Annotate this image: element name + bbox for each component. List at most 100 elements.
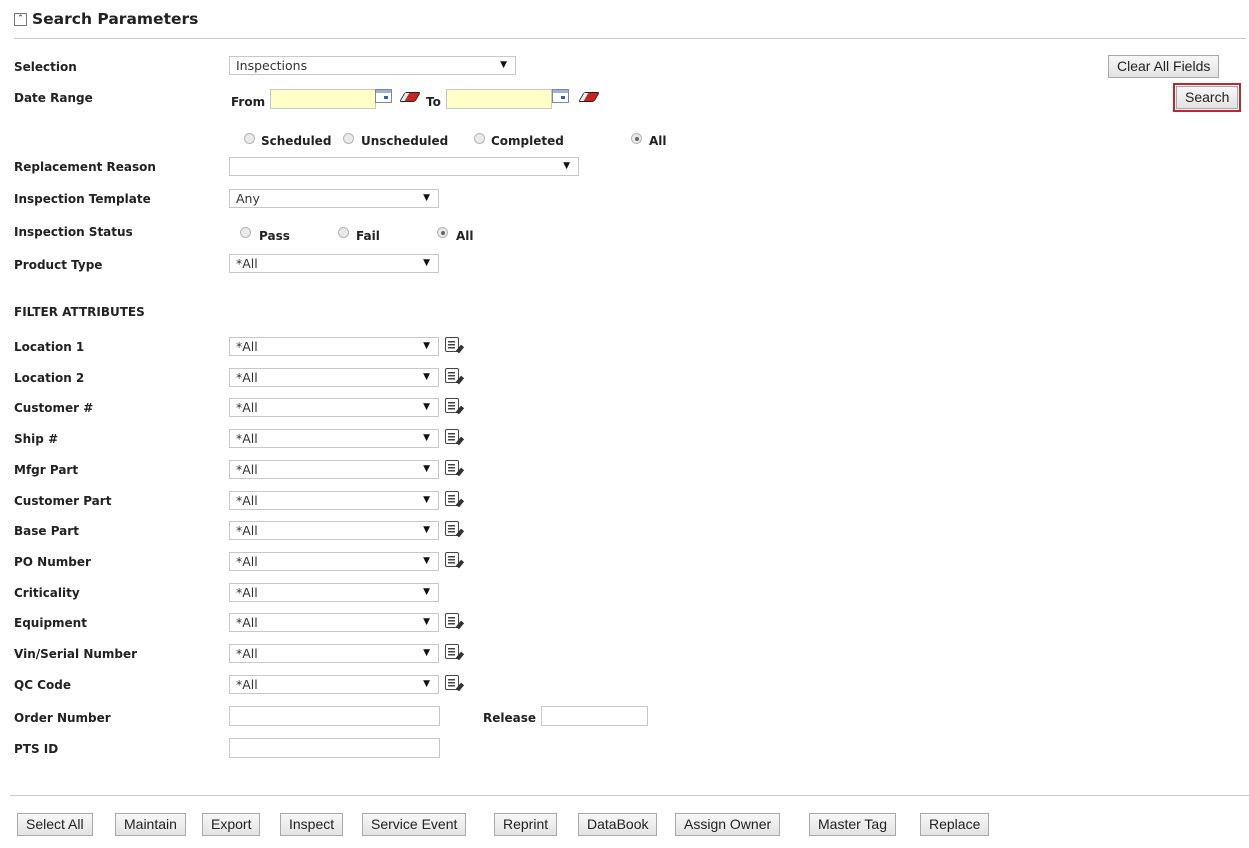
filter-label-customer-part: Customer Part <box>14 494 112 508</box>
filter-value-criticality: *All <box>236 585 258 600</box>
chevron-down-icon: ▼ <box>423 464 430 474</box>
radio-fail[interactable] <box>338 227 349 238</box>
chevron-down-icon: ▼ <box>423 495 430 505</box>
selection-value: Inspections <box>236 58 308 73</box>
chevron-down-icon: ▼ <box>423 402 430 412</box>
export-button[interactable]: Export <box>202 813 261 836</box>
chevron-down-icon: ▼ <box>500 60 507 70</box>
page-title: Search Parameters <box>32 10 199 28</box>
filter-select-location-1[interactable]: *All ▼ <box>229 337 439 356</box>
chevron-down-icon: ▼ <box>423 341 430 351</box>
edit-list-icon[interactable] <box>445 644 459 659</box>
radio-unscheduled[interactable] <box>343 133 354 144</box>
chevron-down-icon: ▼ <box>423 433 430 443</box>
filter-select-location-2[interactable]: *All ▼ <box>229 368 439 387</box>
filter-value-base-part: *All <box>236 523 258 538</box>
radio-unscheduled-label: Unscheduled <box>361 134 449 148</box>
clear-all-fields-button[interactable]: Clear All Fields <box>1108 55 1220 78</box>
calendar-icon[interactable] <box>552 89 569 103</box>
filter-label-qc-code: QC Code <box>14 678 71 692</box>
filter-label-criticality: Criticality <box>14 586 80 600</box>
chevron-down-icon: ▼ <box>563 161 570 171</box>
to-label: To <box>426 95 441 109</box>
release-label: Release <box>483 711 537 725</box>
filter-value-customer-part: *All <box>236 493 258 508</box>
chevron-down-icon: ▼ <box>423 648 430 658</box>
pts-id-input[interactable] <box>229 738 440 758</box>
filter-select-po-number[interactable]: *All ▼ <box>229 552 439 571</box>
reprint-button[interactable]: Reprint <box>494 813 558 836</box>
filter-label-mfgr-part: Mfgr Part <box>14 463 79 477</box>
filter-select-mfgr-part[interactable]: *All ▼ <box>229 460 439 479</box>
filter-select-equipment[interactable]: *All ▼ <box>229 613 439 632</box>
radio-completed[interactable] <box>474 133 485 144</box>
order-number-input[interactable] <box>229 706 440 726</box>
toolbar-divider <box>10 795 1249 796</box>
filter-label-customer: Customer # <box>14 401 94 415</box>
section-header: ⌃ Search Parameters <box>14 10 1246 39</box>
filter-label-base-part: Base Part <box>14 524 79 538</box>
product-type-select[interactable]: *All ▼ <box>229 254 439 273</box>
inspection-status-label: Inspection Status <box>14 225 133 239</box>
filter-label-equipment: Equipment <box>14 616 87 630</box>
edit-list-icon[interactable] <box>445 491 459 506</box>
search-button[interactable]: Search <box>1172 83 1242 112</box>
date-range-label: Date Range <box>14 91 93 105</box>
selection-label: Selection <box>14 60 77 74</box>
inspection-template-select[interactable]: Any ▼ <box>229 189 439 208</box>
chevron-down-icon: ▼ <box>423 679 430 689</box>
inspect-button[interactable]: Inspect <box>280 813 344 836</box>
select-all-button[interactable]: Select All <box>17 813 93 836</box>
assign-owner-button[interactable]: Assign Owner <box>675 813 781 836</box>
filter-value-vin-serial-number: *All <box>236 646 258 661</box>
edit-list-icon[interactable] <box>445 398 459 413</box>
inspection-template-label: Inspection Template <box>14 192 151 206</box>
chevron-down-icon: ▼ <box>423 617 430 627</box>
eraser-icon[interactable] <box>578 92 600 102</box>
filter-attributes-heading: FILTER ATTRIBUTES <box>14 305 145 319</box>
maintain-button[interactable]: Maintain <box>115 813 186 836</box>
filter-select-base-part[interactable]: *All ▼ <box>229 521 439 540</box>
filter-select-criticality[interactable]: *All ▼ <box>229 583 439 602</box>
replacement-reason-select[interactable]: ▼ <box>229 157 579 176</box>
radio-fail-label: Fail <box>356 229 380 243</box>
edit-list-icon[interactable] <box>445 675 459 690</box>
replace-button[interactable]: Replace <box>920 813 990 836</box>
eraser-icon[interactable] <box>399 92 421 102</box>
chevron-down-icon: ▼ <box>423 525 430 535</box>
filter-select-vin-serial-number[interactable]: *All ▼ <box>229 644 439 663</box>
chevron-down-icon: ▼ <box>423 372 430 382</box>
replacement-reason-label: Replacement Reason <box>14 160 156 174</box>
edit-list-icon[interactable] <box>445 429 459 444</box>
filter-select-customer-part[interactable]: *All ▼ <box>229 491 439 510</box>
filter-label-location-1: Location 1 <box>14 340 85 354</box>
edit-list-icon[interactable] <box>445 460 459 475</box>
filter-select-qc-code[interactable]: *All ▼ <box>229 675 439 694</box>
radio-pass[interactable] <box>240 227 251 238</box>
edit-list-icon[interactable] <box>445 552 459 567</box>
service-event-button[interactable]: Service Event <box>362 813 467 836</box>
edit-list-icon[interactable] <box>445 368 459 383</box>
radio-all[interactable] <box>631 133 642 144</box>
filter-value-equipment: *All <box>236 615 258 630</box>
radio-scheduled[interactable] <box>244 133 255 144</box>
edit-list-icon[interactable] <box>445 337 459 352</box>
collapse-icon[interactable]: ⌃ <box>14 13 27 26</box>
edit-list-icon[interactable] <box>445 521 459 536</box>
filter-select-customer[interactable]: *All ▼ <box>229 398 439 417</box>
filter-label-location-2: Location 2 <box>14 371 85 385</box>
databook-button[interactable]: DataBook <box>578 813 658 836</box>
filter-label-vin-serial-number: Vin/Serial Number <box>14 647 138 661</box>
radio-status-all[interactable] <box>437 227 448 238</box>
pts-id-label: PTS ID <box>14 742 59 756</box>
filter-value-po-number: *All <box>236 554 258 569</box>
selection-select[interactable]: Inspections ▼ <box>229 56 516 75</box>
filter-value-location-1: *All <box>236 339 258 354</box>
release-input[interactable] <box>541 706 648 726</box>
edit-list-icon[interactable] <box>445 613 459 628</box>
master-tag-button[interactable]: Master Tag <box>809 813 896 836</box>
date-to-field[interactable] <box>446 89 552 109</box>
date-from-field[interactable] <box>270 89 376 109</box>
calendar-icon[interactable] <box>375 89 392 103</box>
filter-select-ship[interactable]: *All ▼ <box>229 429 439 448</box>
